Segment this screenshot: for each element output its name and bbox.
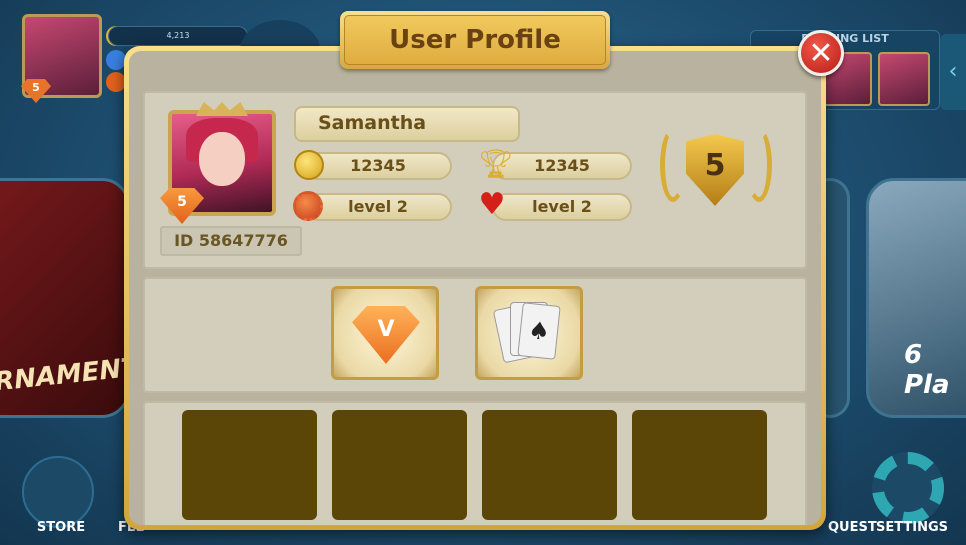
trophy-icon: 🏆︎ — [478, 147, 514, 180]
profile-slot[interactable] — [632, 410, 767, 520]
modal-title-banner: User Profile — [340, 11, 610, 69]
quest-label: QUEST — [828, 520, 877, 535]
ranking-avatar[interactable] — [878, 52, 930, 106]
chevron-left-icon[interactable]: ‹ — [940, 34, 966, 110]
level-left-value: level 2 — [304, 193, 452, 221]
profile-slot[interactable] — [332, 410, 467, 520]
avatar-face — [199, 132, 245, 186]
level-right-value: level 2 — [492, 193, 632, 221]
badge-icon — [293, 191, 323, 221]
store-label: STORE — [36, 520, 86, 535]
coins-value: 12345 — [304, 152, 452, 180]
player-avatar-thumb[interactable]: 5 — [21, 14, 102, 103]
close-icon: ✕ — [808, 35, 834, 71]
gear-icon[interactable] — [872, 452, 944, 524]
coin-icon — [294, 150, 324, 180]
gem-dot-icon — [106, 50, 126, 70]
spade-card-icon: ♠ — [517, 302, 561, 360]
modal-title: User Profile — [344, 15, 606, 65]
settings-label: SETTINGS — [876, 520, 949, 535]
profile-slot[interactable] — [182, 410, 317, 520]
avatar-level-gem: 5 — [21, 79, 51, 103]
laurel-right-icon — [746, 128, 772, 202]
badge-dot-icon — [106, 72, 126, 92]
laurel-left-icon — [660, 128, 686, 202]
user-id: ID 58647776 — [160, 226, 302, 256]
ranking-list-title: RANKING LIST — [801, 32, 889, 45]
crown-icon — [196, 102, 248, 116]
store-button[interactable] — [22, 456, 94, 528]
currency-strip: 4,213 — [108, 26, 248, 46]
heart-icon: ♥ — [478, 187, 506, 222]
six-player-label: 6 Pla — [904, 340, 950, 400]
username-field: Samantha — [294, 106, 520, 142]
profile-slot[interactable] — [482, 410, 617, 520]
close-button[interactable]: ✕ — [798, 30, 844, 76]
